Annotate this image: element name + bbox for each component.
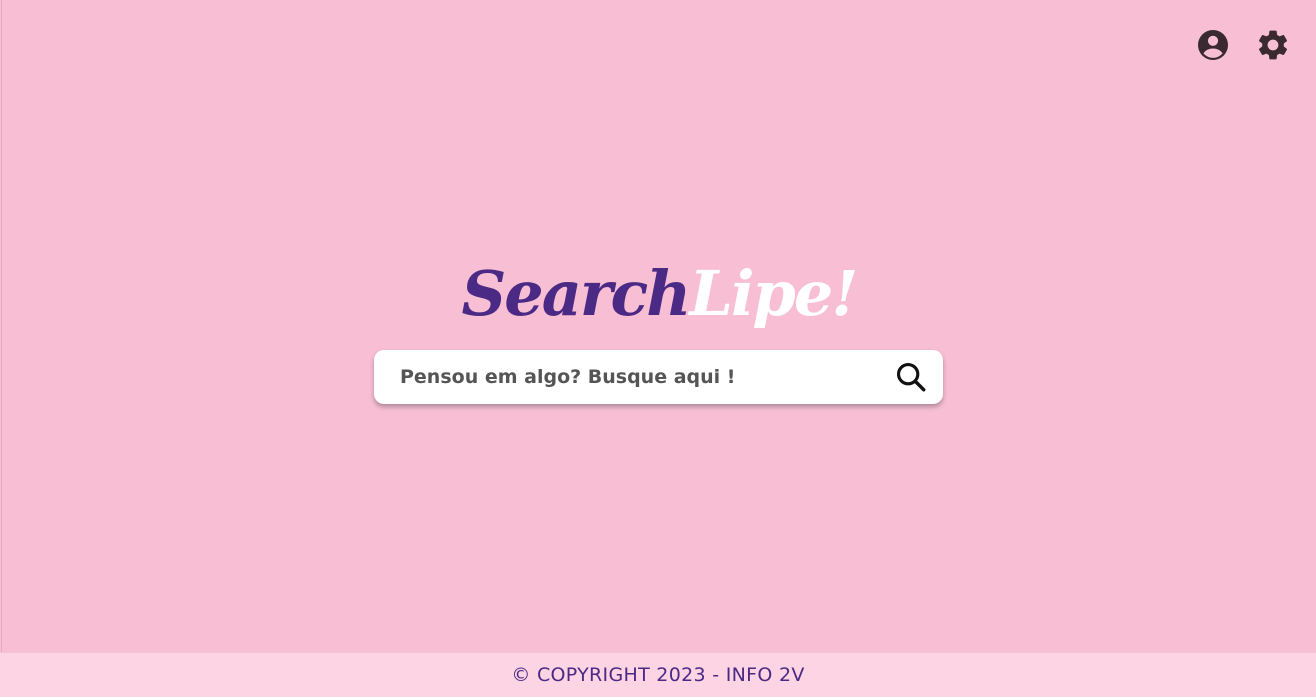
copyright-text: © COPYRIGHT 2023 - INFO 2V (511, 664, 805, 686)
logo-lipe-text: Lipe! (689, 257, 858, 330)
account-circle-icon (1198, 30, 1228, 60)
logo-search-text: Search (461, 257, 691, 330)
search-input[interactable] (374, 350, 889, 404)
search-bar (374, 350, 943, 404)
settings-button[interactable] (1255, 27, 1291, 63)
search-button[interactable] (889, 355, 933, 399)
gear-icon (1258, 30, 1288, 60)
app-logo: SearchLipe! (2, 254, 1316, 334)
main-area: SearchLipe! (1, 0, 1316, 652)
search-icon (896, 362, 926, 392)
footer: © COPYRIGHT 2023 - INFO 2V (0, 652, 1316, 697)
account-button[interactable] (1195, 27, 1231, 63)
top-toolbar (1195, 27, 1291, 63)
